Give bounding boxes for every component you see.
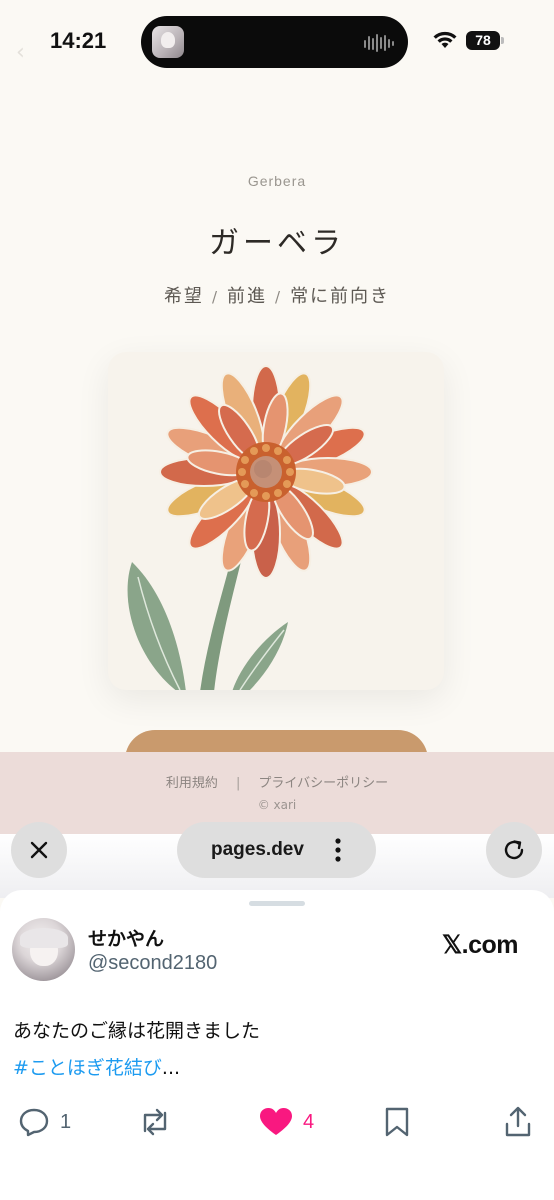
terms-link[interactable]: 利用規約	[166, 776, 218, 791]
like-count: 4	[303, 1110, 315, 1133]
reply-button[interactable]: 1	[18, 1104, 71, 1140]
repost-button[interactable]	[138, 1104, 172, 1140]
reply-icon	[19, 1108, 49, 1137]
share-icon	[505, 1106, 531, 1137]
x-brand-logo: 𝕏.com	[442, 931, 519, 959]
dynamic-island[interactable]	[141, 16, 408, 68]
address-bar[interactable]: pages.dev	[177, 822, 376, 878]
now-playing-artwork	[152, 26, 184, 58]
heart-icon	[260, 1108, 292, 1135]
reply-count: 1	[60, 1110, 72, 1133]
gerbera-illustration	[127, 365, 373, 690]
privacy-link[interactable]: プライバシーポリシー	[258, 776, 388, 791]
battery-indicator: 78	[466, 31, 500, 50]
meaning-3: 常に前向き	[290, 286, 391, 307]
repost-icon	[143, 1108, 167, 1136]
bookmark-icon	[385, 1107, 409, 1137]
meaning-separator: /	[275, 288, 283, 306]
bookmark-button[interactable]	[383, 1104, 411, 1140]
reload-button[interactable]	[486, 822, 542, 878]
user-handle[interactable]: @second2180	[88, 952, 217, 975]
audio-waveform-icon	[364, 34, 394, 52]
battery-tip	[501, 37, 504, 44]
meaning-separator: /	[211, 288, 219, 306]
status-time: 14:21	[50, 28, 107, 53]
reload-icon	[504, 840, 524, 860]
flower-name-japanese: ガーベラ	[209, 226, 345, 261]
flower-name-english: Gerbera	[247, 173, 307, 189]
hashtag-link[interactable]: #ことほぎ花結び	[13, 1057, 162, 1079]
share-preview-sheet: せかやん @second2180 𝕏.com あなたのご縁は花開きました #こと…	[0, 890, 554, 1200]
wifi-icon	[433, 31, 457, 48]
post-hashtag-line: #ことほぎ花結び...	[13, 1053, 180, 1080]
meaning-1: 希望	[163, 286, 204, 307]
avatar[interactable]	[12, 918, 75, 981]
close-icon	[30, 841, 48, 859]
url-text: pages.dev	[211, 839, 304, 860]
back-chevron-icon[interactable]: ‹	[16, 40, 25, 65]
display-name[interactable]: せかやん	[88, 924, 164, 951]
post-actions: 1 4	[0, 1104, 554, 1140]
status-bar: ‹ 14:21 78	[0, 0, 554, 84]
flower-meanings: 希望 / 前進 / 常に前向き	[0, 282, 554, 308]
flower-illustration-card	[108, 352, 444, 690]
more-options-icon[interactable]	[335, 838, 341, 862]
sheet-grabber[interactable]	[249, 901, 305, 906]
truncation-ellipsis: ...	[161, 1057, 181, 1079]
meaning-2: 前進	[227, 286, 267, 307]
close-button[interactable]	[11, 822, 67, 878]
copyright: © xari	[257, 798, 297, 812]
footer-divider: |	[235, 776, 241, 791]
post-text: あなたのご縁は花開きました	[13, 1020, 261, 1042]
footer-links: 利用規約 | プライバシーポリシー	[0, 772, 554, 791]
like-button[interactable]: 4	[259, 1104, 314, 1140]
share-button[interactable]	[504, 1104, 532, 1140]
